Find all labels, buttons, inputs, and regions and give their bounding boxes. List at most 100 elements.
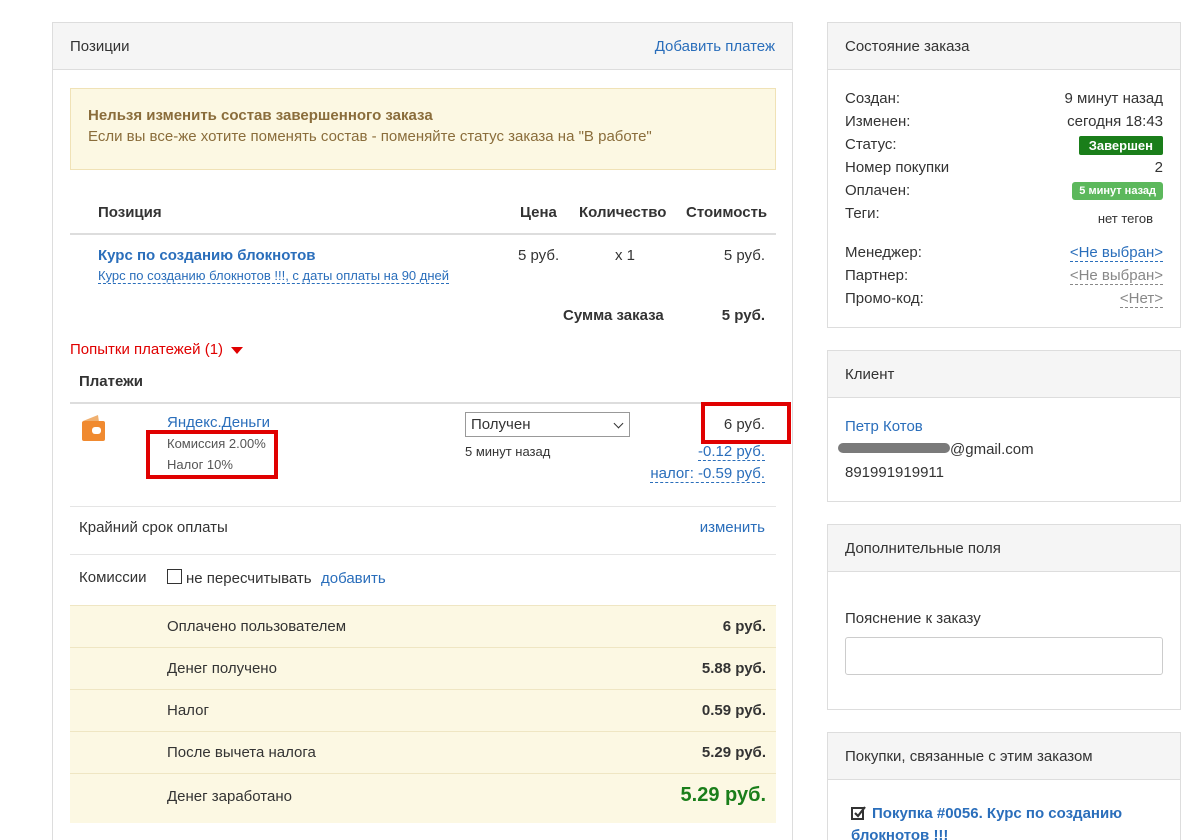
order-state-header: Состояние заказа [828, 23, 1180, 70]
changed-row: Изменен: сегодня 18:43 [845, 113, 1163, 130]
item-cost: 5 руб. [723, 247, 765, 264]
chevron-down-icon [613, 418, 624, 429]
client-phone: 891991919911 [845, 464, 944, 481]
table-header-divider [70, 233, 776, 235]
created-row: Создан: 9 минут назад [845, 90, 1163, 107]
manager-label: Менеджер: [845, 244, 922, 261]
summary-value: 5.29 руб. [701, 744, 766, 761]
no-recalc-checkbox[interactable] [167, 569, 182, 584]
created-label: Создан: [845, 90, 901, 107]
summary-label: Налог [167, 702, 209, 719]
related-purchases-title: Покупки, связанные с этим заказом [845, 747, 1093, 765]
column-header-quantity: Количество [579, 204, 667, 221]
caret-down-icon [231, 346, 244, 354]
paid-badge: 5 минут назад [1072, 182, 1163, 200]
comment-label: Пояснение к заказу [845, 610, 981, 627]
highlight-commission-box [146, 430, 278, 479]
manager-row: Менеджер: <Не выбран> [845, 244, 1163, 262]
summary-row: Налог 0.59 руб. [70, 689, 776, 731]
extra-fields-header: Дополнительные поля [828, 525, 1180, 572]
summary-label: После вычета налога [167, 744, 316, 761]
client-title: Клиент [845, 365, 895, 383]
order-sum-label: Сумма заказа [563, 307, 664, 324]
related-purchases-panel: Покупки, связанные с этим заказом Покупк… [827, 732, 1181, 840]
summary-row: После вычета налога 5.29 руб. [70, 731, 776, 773]
summary-row: Денег получено 5.88 руб. [70, 647, 776, 689]
highlight-amount-box [701, 402, 791, 444]
add-commission-link[interactable]: добавить [321, 570, 386, 587]
summary-label: Оплачено пользователем [167, 618, 347, 635]
order-sum-value: 5 руб. [721, 307, 765, 324]
item-price: 5 руб. [518, 247, 560, 264]
commissions-label: Комиссии [79, 569, 147, 586]
client-name-link[interactable]: Петр Котов [845, 418, 923, 435]
column-header-price: Цена [520, 204, 557, 221]
payments-title: Платежи [79, 373, 143, 390]
item-offer-link[interactable]: Курс по созданию блокнотов !!!, с даты о… [98, 268, 450, 284]
related-purchase-link-cont[interactable]: блокнотов !!! [851, 827, 948, 840]
item-quantity: x 1 [615, 247, 636, 264]
summary-label: Денег заработано [167, 788, 292, 805]
comment-input[interactable] [845, 637, 1163, 675]
extra-fields-panel: Дополнительные поля Пояснение к заказу [827, 524, 1181, 710]
summary-value: 5.88 руб. [701, 660, 766, 677]
tags-value: нет тегов [1097, 211, 1153, 226]
order-state-panel: Состояние заказа Создан: 9 минут назад И… [827, 22, 1181, 328]
check-square-icon [851, 805, 867, 821]
row-divider [70, 506, 776, 507]
warning-alert: Нельзя изменить состав завершенного зака… [70, 88, 776, 170]
client-email: @gmail.com [950, 441, 1034, 458]
payment-attempts-toggle[interactable]: Попытки платежей (1) [70, 341, 244, 358]
purchase-number-value: 2 [1154, 159, 1163, 176]
promo-row: Промо-код: <Нет> [845, 290, 1163, 308]
changed-label: Изменен: [845, 113, 911, 130]
payment-fee-link[interactable]: -0.12 руб. [698, 443, 765, 461]
payment-time: 5 минут назад [465, 444, 551, 459]
positions-panel: Позиции Добавить платеж Нельзя изменить … [52, 22, 793, 840]
payment-tax-link[interactable]: налог: -0.59 руб. [650, 465, 765, 483]
status-row: Статус: Завершен [845, 136, 1163, 155]
payments-divider [70, 402, 776, 404]
wallet-icon [80, 413, 106, 443]
partner-row: Партнер: <Не выбран> [845, 267, 1163, 285]
add-payment-link[interactable]: Добавить платеж [655, 38, 775, 55]
deadline-change-link[interactable]: изменить [700, 519, 765, 536]
column-header-cost: Стоимость [686, 204, 768, 221]
related-purchase-link[interactable]: Покупка #0056. Курс по созданию [872, 805, 1122, 822]
promo-select-link[interactable]: <Нет> [1119, 290, 1163, 308]
tags-row: Теги: нет тегов [845, 205, 1163, 226]
item-name-link[interactable]: Курс по созданию блокнотов [98, 247, 316, 264]
promo-label: Промо-код: [845, 290, 924, 307]
partner-select-link[interactable]: <Не выбран> [1069, 267, 1163, 285]
row-divider [70, 554, 776, 555]
summary-row-earned: Денег заработано 5.29 руб. [70, 773, 776, 823]
payment-status-value: Получен [471, 416, 531, 433]
created-value: 9 минут назад [1064, 90, 1163, 107]
deadline-label: Крайний срок оплаты [79, 519, 228, 536]
payment-attempts-label: Попытки платежей (1) [70, 341, 224, 358]
summary-value: 6 руб. [722, 618, 766, 635]
paid-row: Оплачен: 5 минут назад [845, 182, 1163, 200]
warning-title: Нельзя изменить состав завершенного зака… [88, 107, 433, 124]
paid-label: Оплачен: [845, 182, 911, 199]
purchase-number-row: Номер покупки 2 [845, 159, 1163, 176]
status-badge: Завершен [1078, 136, 1163, 155]
positions-panel-title: Позиции [70, 37, 130, 55]
manager-select-link[interactable]: <Не выбран> [1069, 244, 1163, 262]
order-state-title: Состояние заказа [845, 37, 970, 55]
client-header: Клиент [828, 351, 1180, 398]
payment-status-select[interactable]: Получен [465, 412, 630, 437]
purchase-number-label: Номер покупки [845, 159, 950, 176]
client-panel: Клиент Петр Котов @gmail.com 89199191991… [827, 350, 1181, 502]
partner-label: Партнер: [845, 267, 909, 284]
earned-value: 5.29 руб. [680, 784, 766, 806]
changed-value: сегодня 18:43 [1067, 113, 1163, 130]
tags-label: Теги: [845, 205, 880, 222]
extra-fields-title: Дополнительные поля [845, 539, 1001, 557]
positions-panel-header: Позиции Добавить платеж [53, 23, 792, 70]
summary-label: Денег получено [167, 660, 277, 677]
summary-value: 0.59 руб. [701, 702, 766, 719]
summary-row: Оплачено пользователем 6 руб. [70, 605, 776, 647]
no-recalc-label: не пересчитывать [186, 570, 312, 587]
redacted-email-mask [838, 443, 950, 453]
